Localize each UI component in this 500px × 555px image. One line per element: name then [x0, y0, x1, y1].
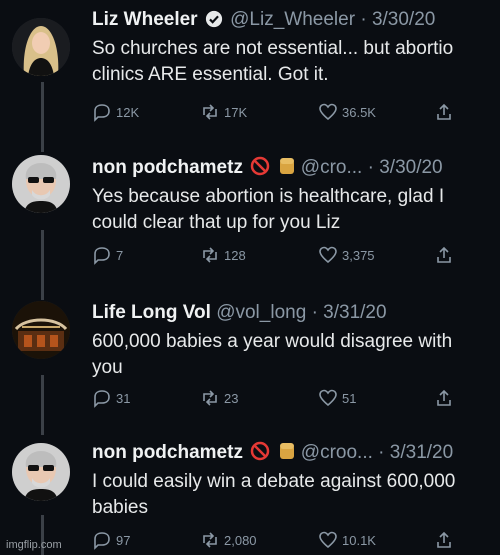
retweet-count: 128: [224, 247, 246, 263]
bread-emoji-icon: [279, 443, 294, 459]
like-count: 36.5K: [342, 104, 376, 120]
handle[interactable]: @cro...: [301, 157, 363, 178]
display-name[interactable]: non podchametz: [92, 442, 243, 463]
bald-man-sunglasses-avatar-icon: [12, 443, 70, 501]
bread-emoji-icon: [279, 158, 294, 174]
retweet-count: 17K: [224, 104, 248, 120]
reply-icon: [94, 390, 110, 408]
share-button[interactable]: [434, 245, 454, 265]
share-icon: [437, 246, 451, 263]
separator: ·: [367, 157, 374, 178]
retweet-button[interactable]: 2,080: [200, 530, 257, 550]
reply-count: 12K: [116, 104, 140, 120]
timestamp[interactable]: 3/31/20: [323, 302, 386, 323]
handle[interactable]: @vol_long: [216, 302, 306, 323]
like-button[interactable]: 36.5K: [318, 102, 376, 122]
separator: ·: [360, 9, 367, 30]
retweet-button[interactable]: 17K: [200, 102, 247, 122]
tweet[interactable]: non podchametz @cro... · 3/30/20 Yes bec…: [0, 150, 500, 295]
prohibited-emoji-icon: [250, 156, 270, 176]
retweet-count: 23: [224, 390, 239, 406]
tweet-header: non podchametz @croo... · 3/31/20: [92, 441, 500, 465]
reply-count: 31: [116, 390, 131, 406]
tweet-header: Life Long Vol @vol_long · 3/31/20: [92, 301, 500, 325]
verified-badge-icon: [205, 10, 222, 28]
vol-logo-avatar-icon: [12, 301, 70, 359]
retweet-icon: [203, 532, 217, 548]
share-icon: [437, 103, 451, 120]
blonde-woman-avatar-icon: [12, 18, 70, 76]
timestamp[interactable]: 3/31/20: [390, 442, 453, 463]
reply-icon: [94, 532, 110, 550]
retweet-icon: [203, 104, 217, 120]
tweet-header: non podchametz @cro... · 3/30/20: [92, 156, 500, 180]
heart-icon: [319, 531, 337, 549]
timestamp[interactable]: 3/30/20: [379, 157, 442, 178]
reply-icon: [94, 104, 110, 122]
retweet-icon: [203, 247, 217, 263]
timestamp[interactable]: 3/30/20: [372, 9, 435, 30]
like-count: 51: [342, 390, 357, 406]
like-button[interactable]: 3,375: [318, 245, 375, 265]
bald-man-sunglasses-avatar-icon: [12, 155, 70, 213]
avatar[interactable]: [12, 301, 70, 359]
share-button[interactable]: [434, 530, 454, 550]
heart-icon: [319, 103, 337, 121]
share-icon: [437, 531, 451, 548]
reply-button[interactable]: 97: [92, 530, 130, 550]
tweet[interactable]: Life Long Vol @vol_long · 3/31/20 600,00…: [0, 295, 500, 435]
display-name[interactable]: non podchametz: [92, 157, 243, 178]
retweet-count: 2,080: [224, 532, 257, 548]
retweet-button[interactable]: 23: [200, 388, 238, 408]
avatar[interactable]: [12, 18, 70, 76]
retweet-icon: [203, 390, 217, 406]
like-count: 3,375: [342, 247, 375, 263]
heart-icon: [319, 246, 337, 264]
like-count: 10.1K: [342, 532, 376, 548]
action-bar: 12K 17K 36.5K: [92, 102, 482, 124]
like-button[interactable]: 51: [318, 388, 356, 408]
reply-button[interactable]: 7: [92, 245, 123, 265]
display-name[interactable]: Liz Wheeler: [92, 9, 198, 30]
separator: ·: [378, 442, 385, 463]
share-icon: [437, 389, 451, 406]
retweet-button[interactable]: 128: [200, 245, 246, 265]
avatar[interactable]: [12, 155, 70, 213]
tweet-text: So churches are not essential... but abo…: [92, 38, 454, 85]
heart-icon: [319, 389, 337, 407]
tweet-text: 600,000 babies a year would disagree wit…: [92, 331, 453, 378]
tweet-text: Yes because abortion is healthcare, glad…: [92, 186, 445, 233]
reply-button[interactable]: 12K: [92, 102, 139, 122]
tweet-text: I could easily win a debate against 600,…: [92, 471, 456, 518]
tweet[interactable]: Liz Wheeler @Liz_Wheeler · 3/30/20 So ch…: [0, 0, 500, 150]
reply-button[interactable]: 31: [92, 388, 130, 408]
action-bar: 31 23 51: [92, 388, 482, 410]
like-button[interactable]: 10.1K: [318, 530, 376, 550]
avatar[interactable]: [12, 443, 70, 501]
reply-count: 7: [116, 247, 124, 263]
watermark: imgflip.com: [6, 539, 62, 551]
action-bar: 7 128 3,375: [92, 245, 482, 267]
tweet[interactable]: non podchametz @croo... · 3/31/20 I coul…: [0, 435, 500, 555]
prohibited-emoji-icon: [250, 441, 270, 461]
share-button[interactable]: [434, 388, 454, 408]
handle[interactable]: @Liz_Wheeler: [230, 9, 355, 30]
handle[interactable]: @croo...: [301, 442, 373, 463]
separator: ·: [311, 302, 318, 323]
reply-count: 97: [116, 532, 131, 548]
tweet-header: Liz Wheeler @Liz_Wheeler · 3/30/20: [92, 8, 500, 32]
display-name[interactable]: Life Long Vol: [92, 302, 211, 323]
reply-icon: [94, 247, 110, 265]
share-button[interactable]: [434, 102, 454, 122]
action-bar: 97 2,080 10.1K: [92, 530, 482, 552]
